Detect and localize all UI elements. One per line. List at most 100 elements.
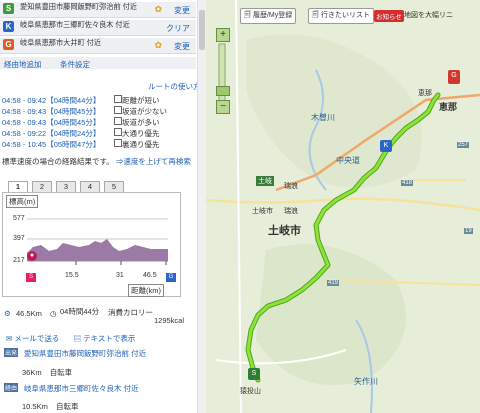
goal-waypoint[interactable]: G 岐阜県恵那市大井町 付近 ✿ 変更 [0, 38, 196, 54]
scrollbar-thumb[interactable] [199, 10, 205, 50]
map-label: 木曽川 [311, 113, 335, 122]
summary-time: 04時間44分 [60, 307, 100, 316]
wishlist-button[interactable]: 🗐 行きたいリスト [308, 8, 374, 24]
wishlist-icon: 🗐 [312, 12, 319, 19]
route-option[interactable]: 04:58 - 10:45【05時間47分】 裏通り優先 [2, 139, 202, 149]
x-label: 46.5 [143, 272, 157, 279]
map-label: 土岐市 [268, 225, 301, 237]
route-time: 04:58 - 09:43【04時間45分】 [2, 118, 101, 127]
speed-note-text: 標準速度の場合の経路結果です。 [2, 157, 114, 166]
route-option-label: 大通り優先 [122, 129, 160, 138]
route-tabs: 12345 [8, 181, 128, 192]
swap-icon[interactable]: ✿ [154, 40, 162, 51]
direction-leg: 36Km 自転車 [22, 367, 72, 378]
map-label: 矢作川 [354, 377, 378, 386]
route-panel: S 愛知県豊田市藤岡飯野町弥治前 付近 ✿ 変更 K 岐阜県恵那市三郷町佐々良木… [0, 0, 207, 413]
route-option[interactable]: 04:58 - 09:43【04時間45分】 坂道が多い [2, 117, 202, 127]
leg-mode: 自転車 [55, 402, 79, 411]
history-icon: 🗐 [244, 12, 251, 19]
road-number: 419 [327, 280, 340, 286]
start-address: 愛知県豊田市藤岡飯野町弥治前 付近 [20, 2, 137, 11]
notice-link[interactable]: 地図を大幅リニ [404, 10, 453, 20]
summary-distance: 46.5Km [16, 309, 42, 318]
route-time: 04:58 - 09:42【04時間44分】 [2, 96, 101, 105]
goal-marker-icon: G [166, 273, 176, 282]
add-waypoint-link[interactable]: 経由地追加 [4, 59, 42, 70]
change-goal-button[interactable]: 変更 [174, 41, 190, 52]
map-canvas [206, 0, 480, 413]
route-checkbox[interactable] [114, 106, 122, 114]
zoom-in-button[interactable]: + [216, 28, 230, 42]
route-checkbox[interactable] [114, 139, 122, 147]
route-option-label: 距離が短い [122, 96, 160, 105]
direction-place[interactable]: 岐阜県恵那市三郷町佐々良木 付近 [24, 383, 139, 394]
via-badge: 経由 [4, 383, 19, 392]
direction-place[interactable]: 愛知県豊田市藤岡飯野町弥治前 付近 [24, 348, 146, 359]
map-label: 瑞浪 [284, 208, 298, 215]
map-view[interactable]: 🗐 履歴/My登録 🗐 行きたいリスト お知らせ 地図を大幅リニ + − G K… [206, 0, 480, 413]
via-waypoint[interactable]: K 岐阜県恵那市三郷町佐々良木 付近 クリア [0, 20, 196, 36]
elevation-panel: 標高(m) 577 397 217 ● S G 15.5 31 46.5 距離(… [2, 192, 181, 297]
share-links: ✉ メールで送る ▤ テキストで表示 [6, 333, 135, 344]
tab-4[interactable]: 4 [80, 181, 100, 192]
calorie-label: 消費カロリー [108, 308, 153, 317]
map-label: 猿投山 [240, 388, 261, 395]
map-label: 土岐 [256, 176, 274, 186]
route-option[interactable]: 04:58 - 09:43【04時間45分】 坂道が少ない [2, 106, 202, 116]
route-option[interactable]: 04:58 - 09:42【04時間44分】 距離が短い [2, 95, 202, 105]
summary-calorie: 1295kcal [154, 316, 185, 325]
route-option-label: 坂道が少ない [122, 107, 167, 116]
clock-icon: ◷ [50, 309, 57, 318]
start-pin-icon[interactable]: S [248, 368, 260, 380]
swap-icon[interactable]: ✿ [154, 4, 162, 15]
news-button[interactable]: お知らせ [374, 10, 404, 22]
mail-link[interactable]: メールで送る [14, 334, 59, 343]
change-start-button[interactable]: 変更 [174, 5, 190, 16]
speed-up-link[interactable]: ⇒速度を上げて再検索 [116, 157, 191, 166]
speed-note: 標準速度の場合の経路結果です。 ⇒速度を上げて再検索 [2, 157, 195, 167]
text-view-link[interactable]: テキストで表示 [83, 334, 135, 343]
route-checkbox[interactable] [114, 128, 122, 136]
history-button[interactable]: 🗐 履歴/My登録 [240, 8, 297, 24]
tab-1[interactable]: 1 [8, 181, 28, 192]
zoom-slider-thumb[interactable] [216, 86, 230, 96]
route-option-label: 坂道が多い [122, 118, 160, 127]
route-checkbox[interactable] [114, 95, 122, 103]
route-time: 04:58 - 09:22【04時間24分】 [2, 129, 101, 138]
start-waypoint[interactable]: S 愛知県豊田市藤岡飯野町弥治前 付近 ✿ 変更 [0, 2, 196, 18]
via-badge: K [3, 21, 14, 32]
route-option[interactable]: 04:58 - 09:22【04時間24分】 大通り優先 [2, 128, 202, 138]
waypoint-actions: 経由地追加 条件設定 [0, 57, 196, 69]
map-label: 土岐市 [252, 208, 273, 215]
route-summary: ⚙ 46.5Km ◷ 04時間44分 消費カロリー 1295kcal [2, 307, 195, 325]
tab-2[interactable]: 2 [32, 181, 52, 192]
road-number: 19 [464, 228, 473, 234]
map-label: 恵那 [439, 102, 458, 112]
via-address: 岐阜県恵那市三郷町佐々良木 付近 [20, 20, 130, 29]
zoom-out-button[interactable]: − [216, 100, 230, 114]
route-usage-link[interactable]: ルートの使い方 [148, 81, 201, 92]
history-label: 履歴/My登録 [252, 12, 293, 19]
x-label: 31 [116, 272, 124, 279]
direction-start[interactable]: 出発 愛知県豊田市藤岡飯野町弥治前 付近 [2, 348, 195, 359]
goal-badge: G [3, 39, 14, 50]
route-checkbox[interactable] [114, 117, 122, 125]
route-time: 04:58 - 09:43【04時間45分】 [2, 107, 101, 116]
tab-5[interactable]: 5 [104, 181, 124, 192]
start-marker-icon: S [26, 273, 36, 282]
x-label: 15.5 [65, 272, 79, 279]
goal-pin-icon[interactable]: G [448, 70, 460, 84]
tab-3[interactable]: 3 [56, 181, 76, 192]
direction-via[interactable]: 経由 岐阜県恵那市三郷町佐々良木 付近 [2, 383, 195, 394]
road-number: 418 [401, 180, 414, 186]
route-option-label: 裏通り優先 [122, 140, 160, 149]
map-label: 瑞浪 [284, 183, 298, 190]
panel-scrollbar[interactable] [197, 0, 206, 413]
bike-icon: ⚙ [4, 309, 11, 318]
conditions-link[interactable]: 条件設定 [60, 59, 90, 70]
depart-badge: 出発 [4, 348, 19, 357]
via-pin-icon[interactable]: K [380, 140, 392, 152]
clear-via-button[interactable]: クリア [166, 23, 190, 34]
direction-leg: 10.5Km 自転車 [22, 401, 78, 412]
leg-mode: 自転車 [49, 368, 73, 377]
